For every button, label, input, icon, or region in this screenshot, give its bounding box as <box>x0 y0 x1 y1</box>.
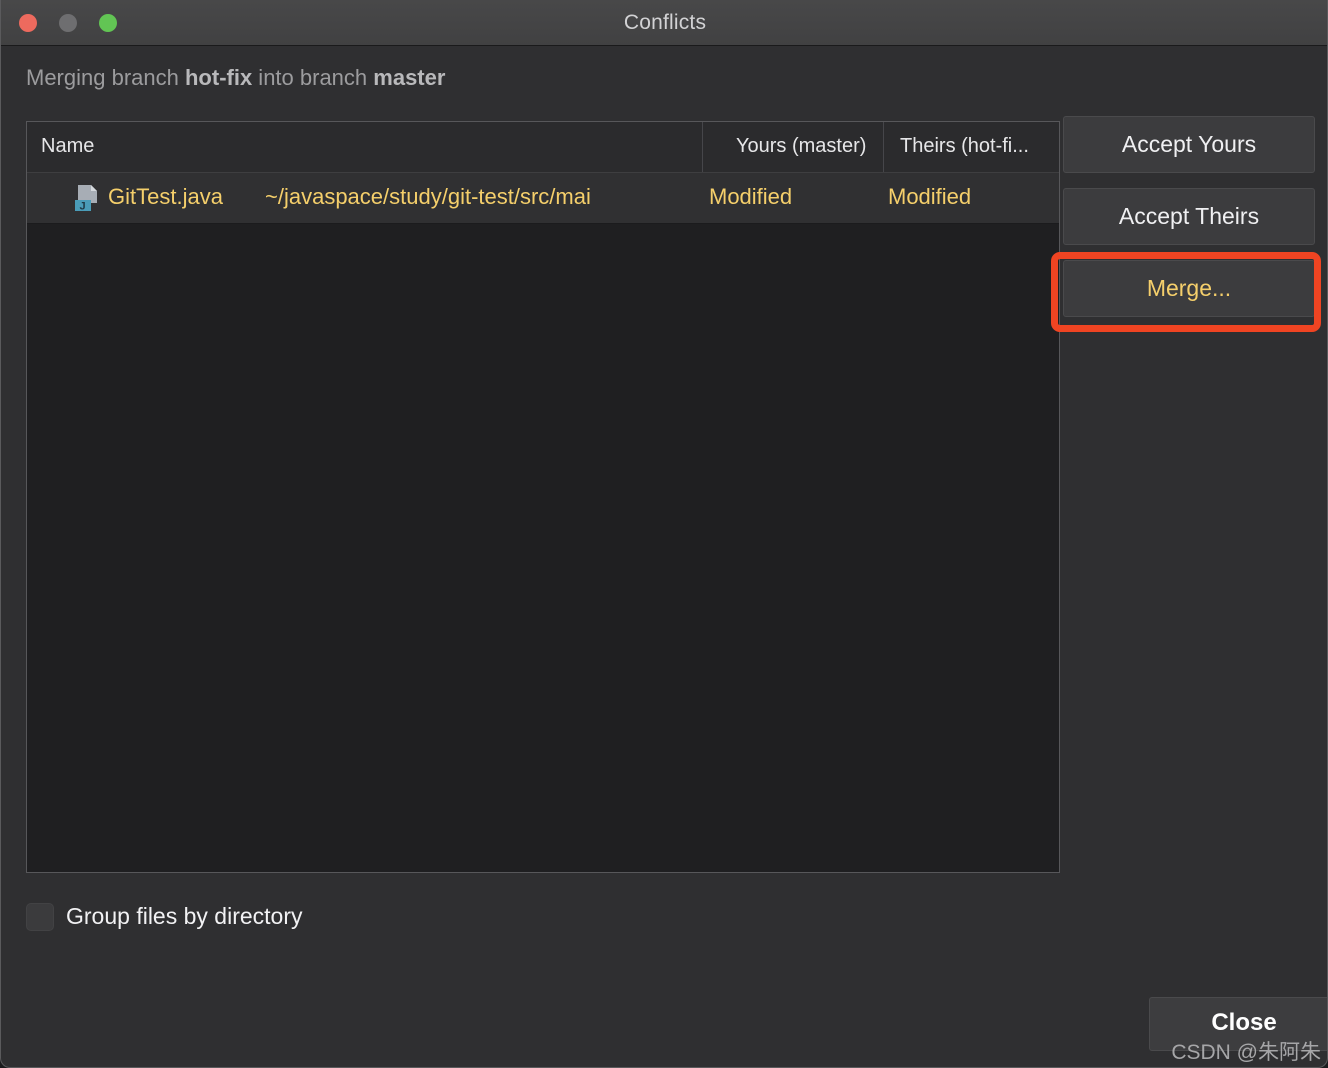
conflicts-file-list[interactable]: Name Yours (master) Theirs (hot-fi... J … <box>26 121 1060 873</box>
merge-description-prefix: Merging branch <box>26 65 185 90</box>
conflicts-dialog-window: Conflicts Merging branch hot-fix into br… <box>0 0 1328 1068</box>
table-cell-yours-status: Modified <box>709 184 793 209</box>
merge-button[interactable]: Merge... <box>1063 260 1315 317</box>
column-header-theirs[interactable]: Theirs (hot-fi... <box>883 122 1059 172</box>
table-cell-name: J GitTest.java ~/javaspace/study/git-tes… <box>27 173 702 223</box>
column-header-yours[interactable]: Yours (master) <box>702 122 883 172</box>
group-files-checkbox[interactable] <box>26 903 54 931</box>
file-path: ~/javaspace/study/git-test/src/mai <box>265 184 591 209</box>
table-header-row: Name Yours (master) Theirs (hot-fi... <box>27 122 1059 173</box>
accept-yours-button[interactable]: Accept Yours <box>1063 116 1315 173</box>
svg-text:J: J <box>80 201 86 213</box>
accept-theirs-button[interactable]: Accept Theirs <box>1063 188 1315 245</box>
source-branch-name: hot-fix <box>184 65 253 90</box>
merge-description-middle: into branch <box>252 65 374 90</box>
window-title: Conflicts <box>623 11 707 34</box>
target-branch-name: master <box>373 65 446 90</box>
table-row[interactable]: J GitTest.java ~/javaspace/study/git-tes… <box>27 173 1059 224</box>
group-files-label: Group files by directory <box>66 903 303 929</box>
window-titlebar: Conflicts <box>1 0 1327 46</box>
table-cell-theirs-status: Modified <box>888 184 972 209</box>
merge-description: Merging branch hot-fix into branch maste… <box>26 65 445 91</box>
file-name: GitTest.java <box>108 184 223 209</box>
column-header-name[interactable]: Name <box>27 122 702 172</box>
csdn-watermark: CSDN @朱阿朱 <box>1171 1041 1321 1064</box>
java-file-icon: J <box>74 185 100 213</box>
